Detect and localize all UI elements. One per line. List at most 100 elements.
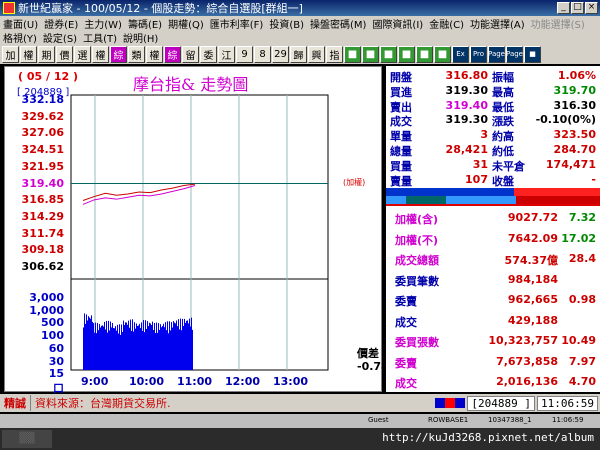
taskbar-item[interactable]: 10347388_1 [488, 416, 532, 424]
toolbar-button[interactable]: 歸 [290, 45, 307, 63]
stat-ratio: 7.97 [568, 354, 596, 368]
stat-ratio: 4.70 [568, 375, 596, 388]
quote-value: - [591, 172, 596, 186]
volume-bar [185, 322, 186, 370]
toolbar-button[interactable]: 權 [146, 45, 163, 63]
start-button[interactable]: ▒▒ [2, 430, 52, 448]
menu-item[interactable]: 籌碼(E) [125, 16, 165, 31]
volume-bar [154, 322, 155, 370]
menu-item[interactable]: 功能選擇(A) [467, 16, 528, 31]
toolbar-button[interactable]: 權 [20, 45, 37, 63]
volume-bar [148, 326, 149, 370]
menu-item[interactable]: 操盤密碼(M) [307, 16, 369, 31]
quote-label: 最高 [492, 85, 514, 99]
toolbar-button[interactable]: 江 [218, 45, 235, 63]
toolbar-button[interactable]: ■ [524, 45, 541, 63]
toolbar-button[interactable]: 期 [38, 45, 55, 63]
index-tag: (加權) [343, 178, 366, 187]
close-button[interactable]: × [585, 2, 598, 14]
toolbar-button[interactable]: 29 [272, 45, 289, 63]
time-tick-label: 10:00 [129, 375, 165, 388]
toolbar-button[interactable]: 委 [200, 45, 217, 63]
volume-bar [130, 319, 131, 370]
toolbar-button[interactable]: ■ [344, 45, 361, 63]
maximize-button[interactable]: □ [571, 2, 584, 14]
quote-panel: 開盤 316.80 振幅 1.06% 買進 319.30 最高 319.70 賣出 319.40 最… [386, 66, 600, 188]
volume-bar [121, 324, 122, 370]
menu-item[interactable]: 設定(S) [40, 30, 80, 45]
volume-bar [141, 322, 142, 370]
quote-label: 買量 [390, 159, 412, 173]
menu-item[interactable]: 證券(E) [41, 16, 81, 31]
menu-item[interactable]: 說明(H) [120, 30, 161, 45]
toolbar-button[interactable]: Pro [470, 45, 487, 63]
menu-item[interactable]: 國際資訊(I) [369, 16, 426, 31]
menu-item[interactable]: 主力(W) [81, 16, 125, 31]
toolbar-button[interactable]: 綜 [164, 45, 181, 63]
taskbar-item[interactable]: 11:06:59 [552, 416, 583, 424]
toolbar-button[interactable]: ■ [362, 45, 379, 63]
price-tick-label: 311.74 [21, 226, 64, 240]
quote-label: 賣量 [390, 174, 412, 188]
stat-label: 加權(不) [395, 233, 439, 247]
status-brand: 精誠 [0, 395, 31, 411]
menu-item[interactable]: 功能選擇(S) [528, 16, 588, 31]
volume-bar [175, 323, 176, 370]
toolbar-button[interactable]: 綜 [110, 45, 127, 63]
stat-value: 7642.09 [507, 231, 558, 245]
toolbar-button[interactable]: 留 [182, 45, 199, 63]
toolbar-button[interactable]: 選 [74, 45, 91, 63]
stat-label: 成交 [395, 377, 417, 390]
toolbar-button[interactable]: 價 [56, 45, 73, 63]
stat-ratio: 7.32 [568, 211, 596, 224]
toolbar-button[interactable]: ■ [434, 45, 451, 63]
volume-bar [168, 333, 169, 370]
time-tick-label: 12:00 [225, 375, 261, 388]
minimize-button[interactable]: _ [557, 2, 570, 14]
toolbar-button[interactable]: Page [506, 45, 523, 63]
toolbar-button[interactable]: 權 [92, 45, 109, 63]
price-tick-label: 309.18 [21, 243, 64, 257]
toolbar-button[interactable]: 9 [236, 45, 253, 63]
toolbar-button[interactable]: Page [488, 45, 505, 63]
volume-bar [113, 328, 114, 370]
toolbar-button[interactable]: Ex [452, 45, 469, 63]
volume-bar [150, 323, 151, 370]
toolbar-button[interactable]: 8 [254, 45, 271, 63]
menu-item[interactable]: 金融(C) [426, 16, 467, 31]
volume-bar [127, 324, 128, 370]
intraday-chart-pane: ( 05 / 12 ) [ 204889 ] 摩台指& 走勢圖 (加權) 332… [4, 66, 389, 395]
stat-value: 984,184 [507, 272, 558, 286]
taskbar-item[interactable]: Guest [368, 416, 389, 424]
menu-item[interactable]: 投資(B) [266, 16, 307, 31]
menu-item[interactable]: 匯市利率(F) [207, 16, 267, 31]
volume-bar [164, 327, 165, 370]
toolbar-button[interactable]: 指 [326, 45, 343, 63]
quote-label: 成交 [390, 115, 412, 129]
toolbar-button[interactable]: 類 [128, 45, 145, 63]
stat-row: 加權(含) 9027.72 7.32 [386, 208, 600, 228]
volume-bar [190, 326, 191, 370]
volume-bar [102, 325, 103, 370]
toolbar-button[interactable]: 加 [2, 45, 19, 63]
volume-bar [139, 323, 140, 370]
price-tick-label: 321.95 [21, 159, 64, 173]
toolbar-button[interactable]: ■ [398, 45, 415, 63]
menu-item[interactable]: 畫面(U) [0, 16, 41, 31]
toolbar-button[interactable]: 興 [308, 45, 325, 63]
toolbar-button[interactable]: ■ [416, 45, 433, 63]
stat-label: 委賣 [395, 295, 417, 308]
toolbar-button[interactable]: ■ [380, 45, 397, 63]
volume-bar [133, 331, 134, 370]
stat-label: 委買張數 [395, 336, 439, 349]
menu-item[interactable]: 格視(Y) [0, 30, 40, 45]
quote-label: 單量 [390, 130, 412, 144]
time-tick-label: 9:00 [81, 375, 109, 388]
volume-bar [129, 327, 130, 370]
volume-bar [134, 322, 135, 370]
stat-row: 成交總額 574.37億 28.4 [386, 249, 600, 269]
taskbar-item[interactable]: ROWBASE1 [428, 416, 468, 424]
quote-value: 319.30 [445, 113, 488, 127]
menu-item[interactable]: 期權(Q) [165, 16, 207, 31]
menu-item[interactable]: 工具(T) [80, 30, 120, 45]
